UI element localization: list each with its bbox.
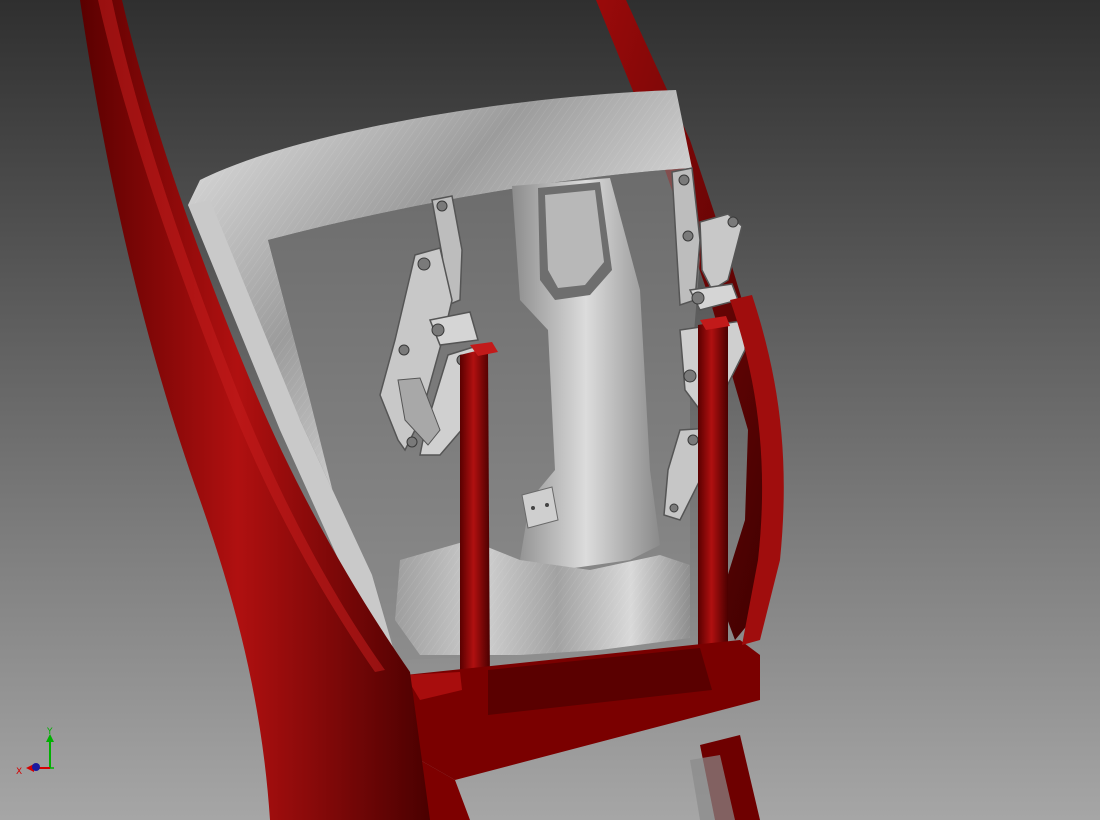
model-scene[interactable] <box>0 0 1100 820</box>
bolt-hole <box>545 503 549 507</box>
3d-viewport[interactable]: Y X <box>0 0 1100 820</box>
triad-x-label: X <box>16 767 22 777</box>
triad-z-axis-icon <box>32 763 40 771</box>
view-triad[interactable]: Y X <box>14 722 64 782</box>
frame-post-right <box>698 320 728 695</box>
frame-post-left <box>460 348 490 695</box>
mount-bracket <box>521 486 559 529</box>
triad-y-label: Y <box>46 727 53 737</box>
bolt-hole <box>531 506 535 510</box>
